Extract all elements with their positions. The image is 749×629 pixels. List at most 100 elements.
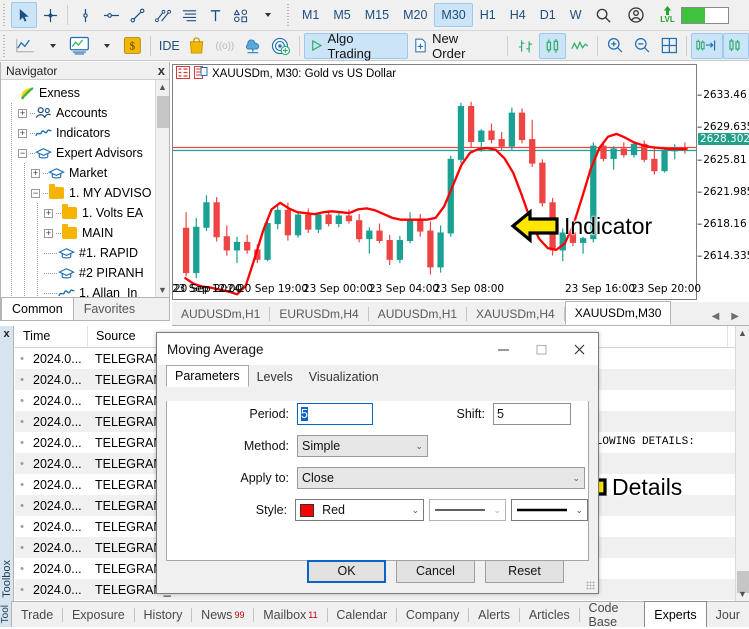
shapes-dropdown-arrow[interactable] [254,2,280,28]
trendline-icon[interactable] [124,2,150,28]
toolbox-scrollbar[interactable]: ▲ ▼ [735,326,749,601]
expander-indicators[interactable]: + [18,128,27,138]
tree-item-allan-indicator[interactable]: 1. Allan_In [5,283,169,297]
reset-button[interactable]: Reset [485,559,564,583]
channel-icon[interactable] [150,2,176,28]
candlestick-chart-icon[interactable] [538,32,566,59]
timeframe-m30[interactable]: M30 [434,3,473,27]
method-select[interactable]: Simple ⌄ [297,435,428,457]
tree-item-piranha[interactable]: #2 PIRANH [5,263,169,283]
tree-item-indicators[interactable]: + Indicators [5,123,169,143]
profile-icon[interactable] [623,2,649,28]
text-icon[interactable] [202,2,228,28]
tree-item-accounts[interactable]: + Accounts [5,103,169,123]
tile-windows-icon[interactable] [656,33,683,59]
dialog-title-bar[interactable]: Moving Average [157,333,598,365]
new-order-button[interactable]: New Order [408,31,503,61]
toolbox-tab-alerts[interactable]: Alerts [469,603,519,627]
dialog-resize-grip[interactable] [586,581,595,590]
navigator-scrollbar[interactable]: ▲ ▼ [155,80,169,297]
toolbox-tab-calendar[interactable]: Calendar [327,603,396,627]
scroll-up-icon[interactable]: ▲ [156,80,169,94]
ide-button[interactable]: IDE [155,33,184,59]
maximize-icon[interactable] [522,333,560,365]
navigator-tab-favorites[interactable]: Favorites [74,298,145,320]
cursor-icon[interactable] [11,2,37,28]
toolbox-tab-exposure[interactable]: Exposure [63,603,134,627]
tree-root-exness[interactable]: Exness [5,83,169,103]
expander-main[interactable]: + [44,228,53,238]
expander-market[interactable]: + [31,168,40,178]
timeframe-h4[interactable]: H4 [503,3,533,27]
toolbox-tab-journal[interactable]: Jour [707,603,749,627]
dollar-icon[interactable]: $ [119,33,146,59]
cancel-button[interactable]: Cancel [396,559,475,583]
scrollbar-thumb[interactable] [157,96,169,128]
chart-plot-area[interactable]: Indicator [173,82,696,299]
chart-tabs-next-icon[interactable]: ▶ [731,311,739,322]
style-linetype-select[interactable]: ⌄ [429,499,507,521]
expander-accounts[interactable]: + [18,108,27,118]
apply-to-select[interactable]: Close ⌄ [297,467,585,489]
line-chart-icon[interactable] [566,33,594,59]
style-color-select[interactable]: Red ⌄ [295,499,425,521]
timeframe-m5[interactable]: M5 [326,3,357,27]
toolbar-grip[interactable] [1,2,9,28]
radar-icon[interactable] [267,33,295,59]
indicators-dropdown-arrow[interactable] [39,33,65,59]
navigator-tab-common[interactable]: Common [1,297,74,320]
expander-expert-advisors[interactable]: − [18,148,27,158]
chart-tab-audusdm-h1-2[interactable]: AUDUSDm,H1 [369,303,466,325]
dialog-tab-levels[interactable]: Levels [249,367,301,387]
chart-tab-eurusdm-h4[interactable]: EURUSDm,H4 [270,303,367,325]
bar-chart-icon[interactable] [512,33,539,59]
expander-my-advisors[interactable]: − [31,188,40,198]
tree-item-market[interactable]: + Market [5,163,169,183]
dialog-tab-parameters[interactable]: Parameters [166,365,249,387]
timeframe-grip[interactable] [285,2,293,28]
tree-item-rapid[interactable]: #1. RAPID [5,243,169,263]
timeframe-d1[interactable]: D1 [533,3,563,27]
toolbox-tab-trade[interactable]: Trade [12,603,62,627]
crosshair-icon[interactable] [37,2,63,28]
market-bag-icon[interactable] [184,33,210,59]
level-indicator-icon[interactable]: LVL [655,2,681,28]
dialog-tab-visualization[interactable]: Visualization [301,367,387,387]
timeframe-m1[interactable]: M1 [295,3,326,27]
toolbox-tab-articles[interactable]: Articles [520,603,579,627]
chart-tabs-prev-icon[interactable]: ◀ [712,311,720,322]
zoom-in-icon[interactable] [602,33,629,59]
style-linewidth-select[interactable]: ⌄ [511,499,588,521]
tree-item-expert-advisors[interactable]: − Expert Advisors [5,143,169,163]
shift-input[interactable]: 5 [493,403,571,425]
column-header-time[interactable]: Time [15,326,88,347]
indicators-icon[interactable] [11,33,39,59]
data-window-icon[interactable] [176,65,190,82]
toolbox-tab-company[interactable]: Company [397,603,469,627]
template-dropdown-arrow[interactable] [93,33,119,59]
scroll-down-icon[interactable]: ▼ [156,283,169,297]
signals-icon[interactable]: ((o)) [210,33,240,59]
period-input[interactable]: 5 [297,403,373,425]
minimize-icon[interactable] [484,333,522,365]
toolbox-tab-history[interactable]: History [135,603,192,627]
algo-trading-button[interactable]: Algo Trading [303,31,409,61]
vertical-line-icon[interactable] [72,2,98,28]
tree-item-my-advisors[interactable]: − 1. MY ADVISO [5,183,169,203]
navigator-close-icon[interactable]: x [158,63,165,78]
expander-volts-ea[interactable]: + [44,208,53,218]
auto-scroll-icon[interactable] [723,32,749,59]
ok-button[interactable]: OK [307,559,386,583]
close-icon[interactable] [560,333,598,365]
toolbox-tab-experts[interactable]: Experts [644,601,707,627]
fibonacci-icon[interactable] [176,2,202,28]
chart-tab-audusdm-h1[interactable]: AUDUSDm,H1 [172,303,269,325]
timeframe-m20[interactable]: M20 [396,3,434,27]
chart-properties-icon[interactable] [194,65,208,82]
scroll-up-icon[interactable]: ▲ [736,326,749,340]
timeframe-w1[interactable]: W [563,3,585,27]
toolbox-close-icon[interactable]: x [0,326,13,340]
horizontal-line-icon[interactable] [98,2,124,28]
chart-tab-xauusdm-m30[interactable]: XAUUSDm,M30 [564,301,672,325]
scroll-down-icon[interactable]: ▼ [736,587,749,601]
